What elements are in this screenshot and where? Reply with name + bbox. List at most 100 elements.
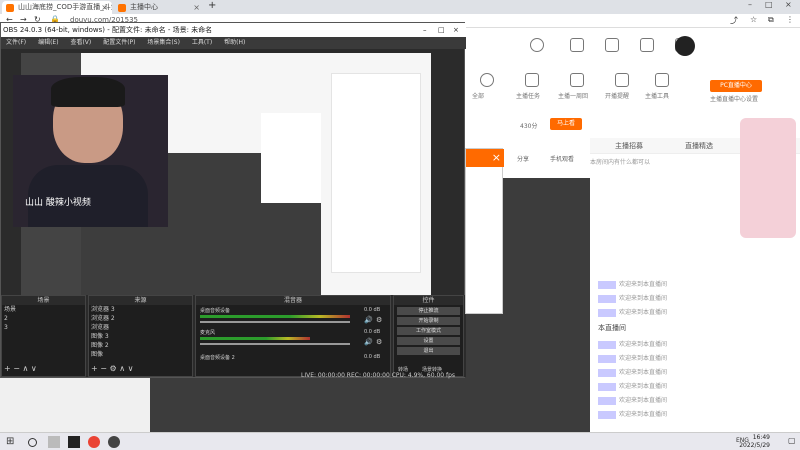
extensions-icon[interactable]: ⧉ [768,15,774,25]
stop-streaming-button[interactable]: 停止推流 [397,307,460,315]
menu-tools[interactable]: 工具(T) [192,39,212,46]
obs-taskbar-icon[interactable] [108,436,120,448]
controls-dock-title: 控件 [394,296,463,305]
menu-scene-collection[interactable]: 场景集合(S) [147,39,180,46]
webcam-source: 山山 酸辣小视频 [13,75,168,227]
gear-icon[interactable]: ⚙ [376,316,382,324]
tab-stream[interactable]: 山山海底捞_COD手游直播_斗鱼 × [2,1,112,14]
speaker-icon[interactable]: 🔊 [364,338,373,346]
tab-anchor-center[interactable]: 主播中心 × [114,1,204,14]
speaker-icon[interactable]: 🔊 [364,316,373,324]
source-item[interactable]: 图像 [89,350,192,359]
menu-file[interactable]: 文件(F) [6,39,26,46]
new-tab-button[interactable]: + [208,0,216,11]
download-icon[interactable] [605,38,619,52]
menu-view[interactable]: 查看(V) [70,39,91,46]
mixer-ch1-slider[interactable] [200,321,350,323]
obs-window[interactable]: OBS 24.0.3 (64-bit, windows) - 配置文件: 未命名… [0,22,466,379]
source-item[interactable]: 图像 3 [89,332,192,341]
controls-dock: 控件 停止推流 开始录制 工作室模式 设置 退出 转场 场景转换 [393,295,464,377]
windows-start-icon[interactable]: ⊞ [6,436,18,448]
promo-banner[interactable] [740,118,796,238]
chat-row: 欢迎来到本直播间 [590,292,800,306]
popup-dialog[interactable]: × [465,148,504,314]
chat-panel: 主播招募 直播精选 本房间内有什么都可以 欢迎来到本直播间 欢迎来到本直播间 欢… [590,118,800,438]
menu-icon[interactable]: ⋮ [786,15,794,24]
header-label-tools: 主播工具 [645,93,670,100]
history-icon[interactable] [530,38,544,52]
share-icon[interactable]: ⤴ [730,15,738,26]
pc-center-sub: 主播直播中心设置 [710,96,759,103]
mixer-ch1-meter [200,315,350,318]
chat-row: 欢迎来到本直播间 [590,306,800,320]
douyu-favicon-icon [118,4,126,12]
obs-minimize-icon[interactable]: – [423,23,427,37]
maximize-icon[interactable]: □ [765,0,773,9]
studio-mode-button[interactable]: 工作室模式 [397,327,460,335]
task-view-icon[interactable] [48,436,60,448]
header-label-weekly: 主播一周回 [558,93,589,100]
reminder-icon[interactable] [615,73,629,87]
close-window-icon[interactable]: × [785,0,792,9]
count-label: 430分 [520,123,538,130]
obs-close-icon[interactable]: × [453,23,459,37]
obs-preview[interactable]: 山山 酸辣小视频 [13,53,431,303]
chat-section-title: 本直播间 [598,324,626,332]
chat-row: 欢迎来到本直播间 [590,366,800,380]
start-recording-button[interactable]: 开始录制 [397,317,460,325]
dialog-close-icon[interactable]: × [492,151,501,164]
gift-icon[interactable] [640,38,654,52]
browser-tab-strip: 山山海底捞_COD手游直播_斗鱼 × 主播中心 × + – □ × [0,0,800,14]
share-link[interactable]: 分享 [517,154,529,163]
chat-row: 欢迎来到本直播间 [590,394,800,408]
close-tab-icon[interactable]: × [193,1,200,14]
avatar[interactable] [675,36,695,56]
tab-recruit[interactable]: 主播招募 [615,141,643,151]
douyu-favicon-icon [6,4,14,12]
task-icon[interactable] [525,73,539,87]
obs-title-bar: OBS 24.0.3 (64-bit, windows) - 配置文件: 未命名… [1,23,466,37]
tab-anchor-center-label: 主播中心 [130,3,158,11]
pc-center-button[interactable]: PC直播中心 [710,80,762,92]
source-item[interactable]: 浏览器 3 [89,305,192,314]
chrome-icon[interactable] [88,436,100,448]
minimize-icon[interactable]: – [748,0,752,9]
scene-item[interactable]: 3 [2,323,85,332]
report-icon[interactable] [570,73,584,87]
menu-help[interactable]: 帮助(H) [224,39,245,46]
bookmark-star-icon[interactable]: ☆ [750,15,757,24]
source-item[interactable]: 浏览器 [89,323,192,332]
clock[interactable]: 16:49 2022/5/29 [739,434,770,450]
mixer-ch2-slider[interactable] [200,343,350,345]
mixer-dock: 混音器 桌面音频设备 0.0 dB 🔊 ⚙ 麦克风 0.0 dB 🔊 ⚙ 桌面音… [195,295,391,377]
tab-featured[interactable]: 直播精选 [685,141,713,151]
gear-icon[interactable]: ⚙ [376,338,382,346]
mixer-ch1-db: 0.0 dB [364,307,381,313]
notification-icon[interactable]: ▢ [788,436,796,445]
tools-icon[interactable] [655,73,669,87]
chat-row: 欢迎来到本直播间 [590,380,800,394]
settings-button[interactable]: 设置 [397,337,460,345]
preview-nested-dialog [261,113,321,203]
mobile-link[interactable]: 手机观看 [550,154,574,163]
scene-item[interactable]: 场景 [2,305,85,314]
scene-item[interactable]: 2 [2,314,85,323]
source-item[interactable]: 浏览器 2 [89,314,192,323]
menu-edit[interactable]: 编辑(E) [38,39,58,46]
header-label-reminder: 开播提醒 [605,93,630,100]
tab-stream-label: 山山海底捞_COD手游直播_斗鱼 [18,3,112,11]
mixer-ch2-db: 0.0 dB [364,329,381,335]
menu-profile[interactable]: 配置文件(P) [103,39,135,46]
source-item[interactable]: 图像 2 [89,341,192,350]
follow-icon[interactable] [570,38,584,52]
fire-icon[interactable] [480,73,494,87]
app-icon[interactable] [68,436,80,448]
clock-date: 2022/5/29 [739,442,770,449]
exit-button[interactable]: 退出 [397,347,460,355]
search-icon[interactable] [28,438,37,447]
watch-button[interactable]: 马上看 [550,118,582,130]
close-tab-icon[interactable]: × [101,1,108,14]
dialog-header: × [466,149,504,167]
preview-nested-chat [331,73,421,273]
obs-maximize-icon[interactable]: □ [438,23,445,37]
